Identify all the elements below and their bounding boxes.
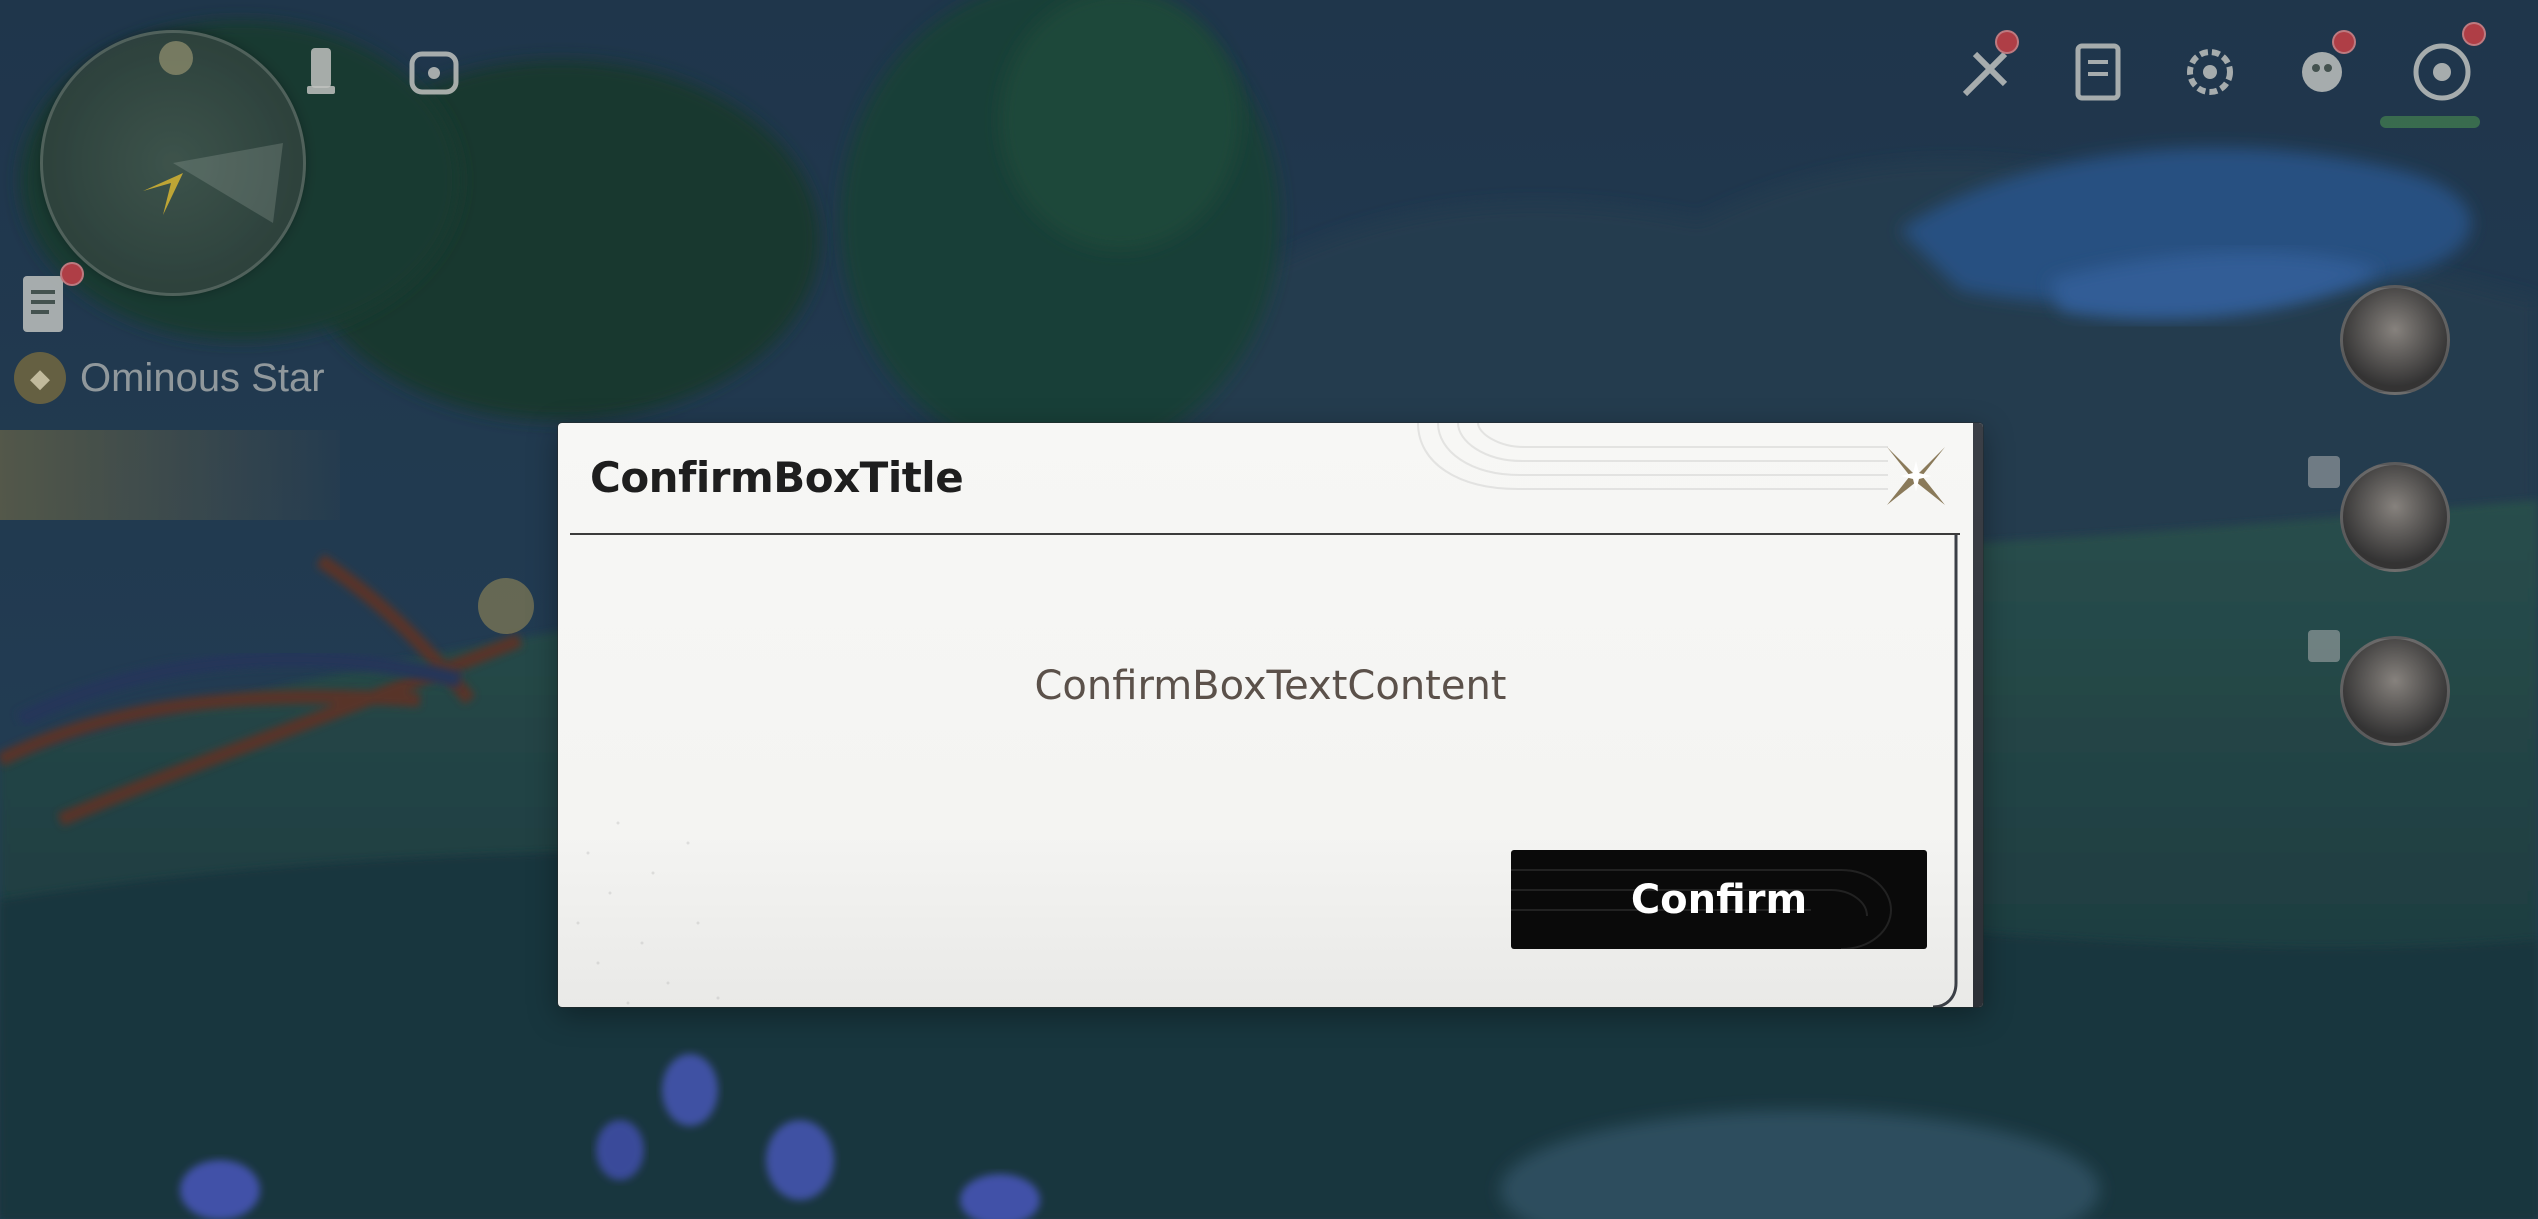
confirm-button[interactable]: Confirm	[1511, 850, 1927, 949]
dialog-edge	[1973, 423, 1983, 1007]
dialog-title: ConfirmBoxTitle	[590, 453, 964, 502]
dialog-content: ConfirmBoxTextContent	[1034, 663, 1507, 709]
confirm-dialog: ConfirmBoxTitle ConfirmBoxTextContent Co…	[558, 423, 1983, 1007]
confirm-button-label: Confirm	[1630, 876, 1808, 923]
close-icon	[1887, 447, 1945, 505]
close-button[interactable]	[1880, 440, 1952, 512]
dialog-header: ConfirmBoxTitle	[570, 423, 1960, 535]
